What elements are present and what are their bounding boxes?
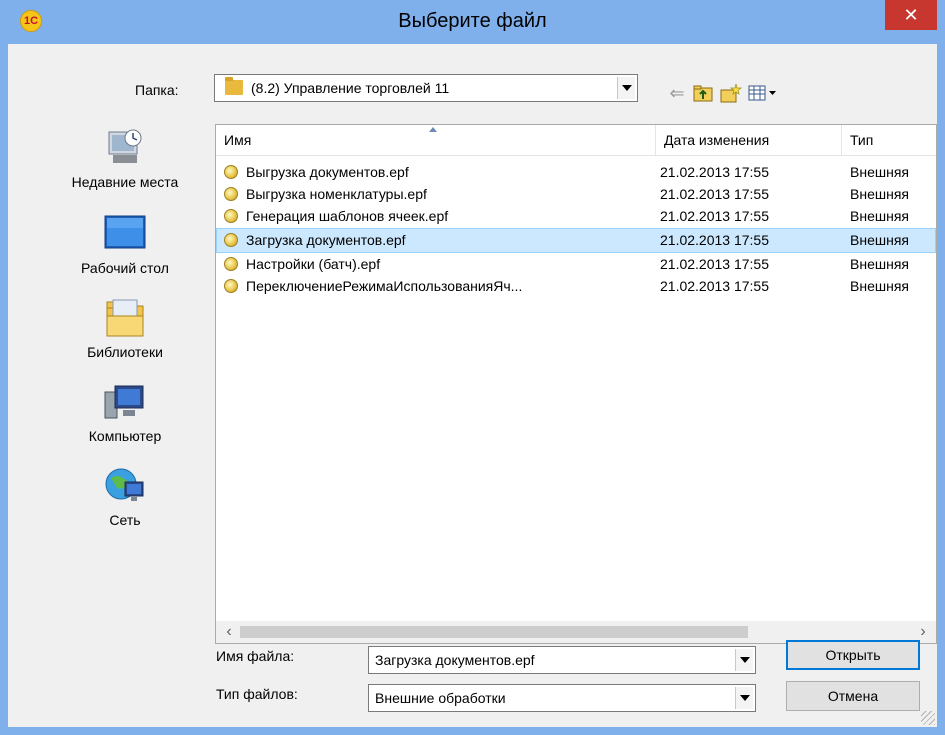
file-date: 21.02.2013 17:55 [660, 186, 769, 202]
recent-places-icon [103, 128, 147, 168]
view-menu-button[interactable] [746, 82, 780, 104]
chevron-down-icon [621, 85, 632, 91]
epf-file-icon [224, 279, 238, 293]
folder-label: Папка: [135, 82, 179, 98]
chevron-down-icon [739, 657, 750, 663]
title-bar[interactable]: 1С Выберите файл ✕ [0, 0, 945, 44]
resize-grip[interactable] [921, 711, 935, 725]
file-type: Внешняя [850, 278, 909, 294]
file-type: Внешняя [850, 186, 909, 202]
place-label: Компьютер [88, 428, 162, 444]
epf-file-icon [224, 187, 238, 201]
file-name: Выгрузка номенклатуры.epf [246, 186, 427, 202]
file-date: 21.02.2013 17:55 [660, 208, 769, 224]
file-list[interactable]: Имя Дата изменения Тип Выгрузка документ… [215, 124, 937, 644]
computer-icon [103, 382, 147, 422]
network-icon [103, 466, 147, 506]
file-type: Внешняя [850, 208, 909, 224]
desktop-icon [103, 214, 147, 254]
place-label: Рабочий стол [81, 260, 169, 276]
file-row[interactable]: Выгрузка номенклатуры.epf 21.02.2013 17:… [216, 183, 936, 205]
open-button[interactable]: Открыть [786, 640, 920, 670]
place-label: Сеть [109, 512, 141, 528]
place-desktop[interactable]: Рабочий стол [36, 214, 214, 276]
libraries-icon [103, 298, 147, 338]
folder-icon [225, 77, 243, 95]
epf-file-icon [224, 257, 238, 271]
new-folder-icon [720, 83, 742, 103]
epf-file-icon [224, 233, 238, 247]
column-header-type[interactable]: Тип [842, 125, 936, 155]
place-libraries[interactable]: Библиотеки [36, 298, 214, 360]
file-row-selected[interactable]: Загрузка документов.epf 21.02.2013 17:55… [216, 228, 936, 253]
place-label: Недавние места [71, 174, 179, 190]
chevron-down-icon [739, 695, 750, 701]
back-arrow-icon: ⇐ [669, 82, 685, 103]
back-button[interactable]: ⇐ [666, 82, 688, 104]
up-folder-icon [693, 85, 713, 102]
epf-file-icon [224, 165, 238, 179]
scrollbar-thumb[interactable] [240, 626, 748, 638]
file-type: Внешняя [850, 256, 909, 272]
list-header: Имя Дата изменения Тип [216, 125, 936, 156]
chevron-left-icon: ‹ [226, 623, 232, 640]
file-dialog-window: 1С Выберите файл ✕ Папка: (8.2) Управлен… [0, 0, 945, 735]
place-computer[interactable]: Компьютер [36, 382, 214, 444]
file-date: 21.02.2013 17:55 [660, 278, 769, 294]
chevron-right-icon: › [920, 623, 926, 640]
close-icon: ✕ [903, 5, 919, 25]
column-header-name[interactable]: Имя [216, 125, 656, 155]
file-name: Выгрузка документов.epf [246, 164, 409, 180]
epf-file-icon [224, 209, 238, 223]
file-date: 21.02.2013 17:55 [660, 164, 769, 180]
file-date: 21.02.2013 17:55 [660, 232, 769, 248]
file-row[interactable]: Генерация шаблонов ячеек.epf 21.02.2013 … [216, 205, 936, 227]
view-menu-icon [748, 85, 776, 101]
file-row[interactable]: Настройки (батч).epf 21.02.2013 17:55 Вн… [216, 253, 936, 275]
file-name: Генерация шаблонов ячеек.epf [246, 208, 449, 224]
places-bar: Недавние места Рабочий стол Библиотеки К… [36, 124, 214, 664]
filetype-combo[interactable]: Внешние обработки [368, 684, 756, 712]
folder-dropdown-arrow[interactable] [617, 77, 635, 99]
folder-combo[interactable]: (8.2) Управление торговлей 11 [214, 74, 638, 102]
filename-dropdown-arrow[interactable] [735, 649, 753, 671]
filename-input[interactable]: Загрузка документов.epf [375, 647, 535, 673]
cancel-button[interactable]: Отмена [786, 681, 920, 711]
scroll-left-button[interactable]: ‹ [218, 621, 240, 643]
column-header-date[interactable]: Дата изменения [656, 125, 842, 155]
close-button[interactable]: ✕ [885, 0, 937, 30]
filetype-value: Внешние обработки [375, 690, 506, 706]
new-folder-button[interactable] [720, 82, 742, 104]
file-name: ПереключениеРежимаИспользованияЯч... [246, 278, 523, 294]
file-name: Загрузка документов.epf [246, 232, 406, 248]
up-folder-button[interactable] [692, 82, 714, 104]
filename-label: Имя файла: [216, 648, 295, 664]
file-type: Внешняя [850, 232, 909, 248]
place-label: Библиотеки [87, 344, 163, 360]
place-network[interactable]: Сеть [36, 466, 214, 528]
file-date: 21.02.2013 17:55 [660, 256, 769, 272]
filetype-label: Тип файлов: [216, 686, 298, 702]
folder-value: (8.2) Управление торговлей 11 [251, 80, 450, 96]
dialog-client-area: Папка: (8.2) Управление торговлей 11 ⇐ Н… [8, 44, 937, 727]
file-row[interactable]: ПереключениеРежимаИспользованияЯч... 21.… [216, 275, 936, 297]
file-name: Настройки (батч).epf [246, 256, 381, 272]
file-row[interactable]: Выгрузка документов.epf 21.02.2013 17:55… [216, 161, 936, 183]
window-title: Выберите файл [398, 10, 547, 32]
filetype-dropdown-arrow[interactable] [735, 687, 753, 709]
file-type: Внешняя [850, 164, 909, 180]
filename-combo[interactable]: Загрузка документов.epf [368, 646, 756, 674]
place-recent[interactable]: Недавние места [36, 128, 214, 190]
